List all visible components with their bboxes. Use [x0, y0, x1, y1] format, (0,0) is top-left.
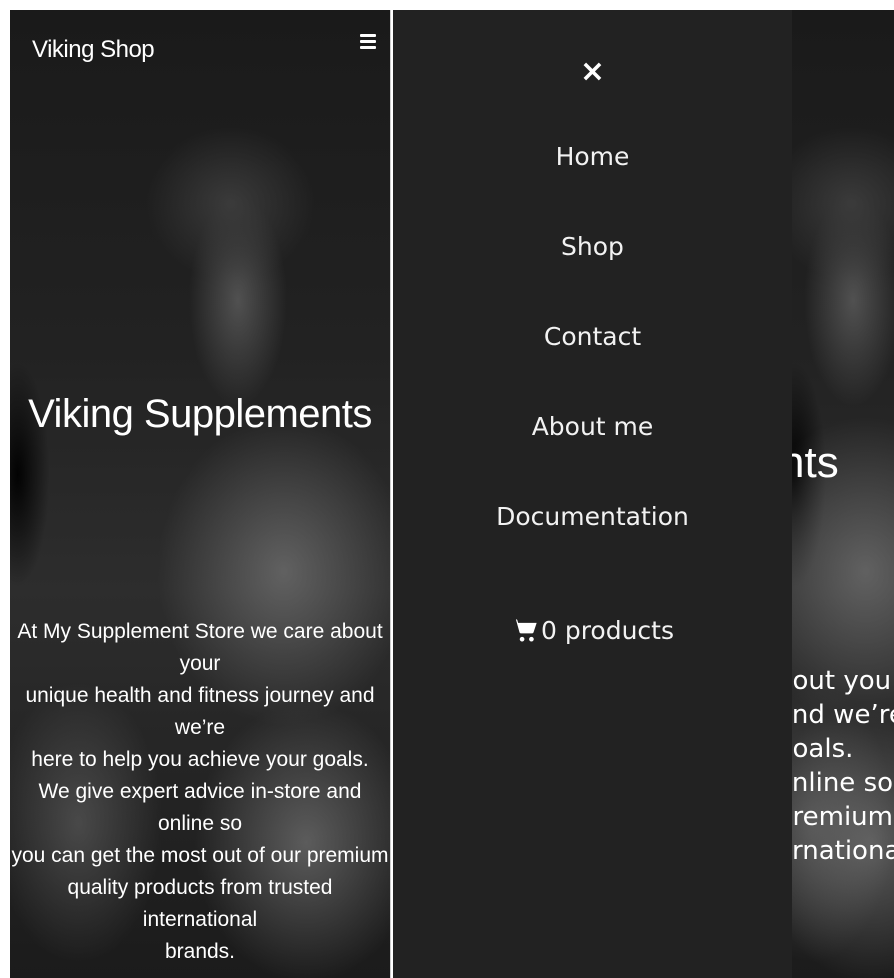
nav-item-shop[interactable]: Shop	[393, 226, 792, 316]
description-fragment-line: bout you	[792, 666, 892, 696]
page-peek-view: nts bout you and we’re goals. online so …	[792, 10, 894, 978]
nav-item-contact[interactable]: Contact	[393, 316, 792, 406]
hero-description-line: brands.	[164, 940, 236, 963]
hero-description-line: At My Supplement Store we care about you…	[17, 620, 383, 675]
nav-item-about-me[interactable]: About me	[393, 406, 792, 496]
nav-drawer: × Home Shop Contact About me Documentati…	[393, 10, 792, 978]
close-icon[interactable]: ×	[393, 54, 792, 89]
drawer-nav: Home Shop Contact About me Documentation…	[393, 136, 792, 676]
nav-item-cart[interactable]: 0 products	[393, 586, 792, 676]
hero-description-line: here to help you achieve your goals.	[31, 748, 369, 771]
description-fragment-line: online so	[792, 768, 894, 798]
description-fragment-line: and we’re	[792, 700, 894, 730]
brand-logo[interactable]: Viking Shop	[32, 36, 155, 64]
description-fragment-line: goals.	[792, 734, 854, 764]
hero-description-fragment: bout you and we’re goals. online so prem…	[792, 664, 894, 868]
hero-title: Viking Supplements	[28, 392, 372, 436]
landing-page-view: Viking Shop Viking Supplements At My Sup…	[10, 10, 391, 978]
screenshot-canvas: Viking Shop Viking Supplements At My Sup…	[0, 0, 894, 978]
description-fragment-line: premium	[792, 802, 893, 832]
hero-description-line: We give expert advice in-store and onlin…	[38, 780, 362, 835]
hero-description-line: quality products from trusted internatio…	[67, 876, 333, 931]
hamburger-icon[interactable]	[360, 34, 376, 50]
cart-icon	[512, 619, 537, 642]
hero-description-line: you can get the most out of our premium	[11, 844, 389, 867]
cart-count-label: 0 products	[540, 616, 675, 645]
hero-description-line: unique health and fitness journey and we…	[25, 684, 375, 739]
hero-description: At My Supplement Store we care about you…	[10, 616, 390, 968]
hero-title-fragment: nts	[792, 438, 839, 487]
nav-item-home[interactable]: Home	[393, 136, 792, 226]
description-fragment-line: ernational	[792, 836, 894, 866]
nav-item-documentation[interactable]: Documentation	[393, 496, 792, 586]
